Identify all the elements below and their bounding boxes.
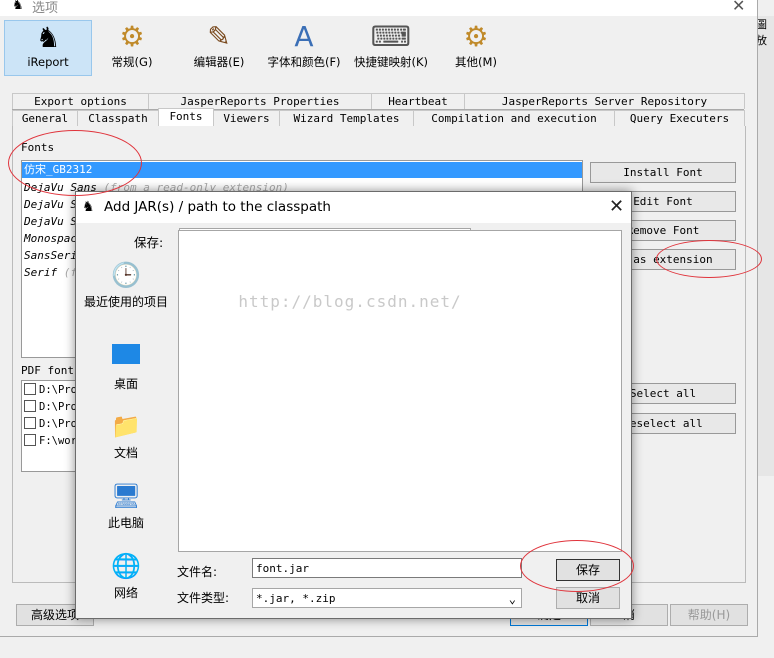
toolbar-button-label: 快捷键映射(K): [353, 55, 428, 69]
toolbar-button-label: 常规(G): [111, 55, 153, 69]
keyboard-icon: ⌨: [370, 20, 412, 53]
toolbar-misc-button[interactable]: ⚙ 其他(M): [434, 20, 518, 74]
gears-icon: ⚙: [119, 20, 145, 53]
dialog-close-icon[interactable]: ✕: [609, 196, 624, 217]
annotation-circle-save: [520, 540, 634, 592]
tab-viewers[interactable]: Viewers: [213, 110, 280, 126]
font-list-item[interactable]: SansSeri: [24, 249, 77, 262]
tab-server-repository[interactable]: JasperReports Server Repository: [464, 93, 745, 109]
background-app-text: 圖放: [756, 18, 767, 47]
pdf-font-path: D:\Pro: [39, 384, 77, 396]
tab-export-options[interactable]: Export options: [12, 93, 149, 109]
chevron-down-icon: ⌄: [508, 592, 516, 606]
ireport-logo-icon: ♞: [35, 21, 61, 54]
tab-classpath[interactable]: Classpath: [77, 110, 159, 126]
install-font-button[interactable]: Install Font: [590, 162, 736, 183]
toolbar-button-label: iReport: [27, 55, 69, 69]
pdf-font-checkbox[interactable]: [24, 383, 36, 395]
tab-general[interactable]: General: [12, 110, 78, 126]
place-documents[interactable]: 📁 文档: [82, 413, 170, 461]
save-in-label: 保存:: [134, 235, 164, 250]
toolbar-fonts-colors-button[interactable]: A 字体和颜色(F): [262, 20, 346, 74]
place-label: 此电脑: [107, 516, 144, 530]
close-icon[interactable]: ✕: [732, 0, 745, 15]
tab-wizard-templates[interactable]: Wizard Templates: [279, 110, 414, 126]
pdf-font-path: D:\Pro: [39, 401, 77, 413]
place-label: 桌面: [113, 377, 138, 391]
desktop-icon: [112, 344, 140, 364]
dialog-title-bar: ♞ Add JAR(s) / path to the classpath ✕: [76, 192, 631, 223]
tab-fonts[interactable]: Fonts: [158, 108, 214, 126]
annotation-circle-extension: [656, 240, 762, 278]
toolbar-button-label: 字体和颜色(F): [267, 55, 341, 69]
toolbar-general-button[interactable]: ⚙ 常规(G): [89, 20, 175, 74]
annotation-circle-font: [8, 130, 142, 196]
file-list-view[interactable]: [178, 230, 622, 552]
font-list-item[interactable]: Monospac: [24, 232, 77, 245]
pdf-font-path: F:\wor: [39, 435, 77, 447]
file-type-label: 文件类型:: [177, 591, 230, 605]
tab-row-1: Export options JasperReports Properties …: [12, 93, 745, 110]
computer-icon: 🖥: [111, 482, 142, 510]
place-label: 最近使用的项目: [83, 295, 168, 309]
background-app-strip: [757, 16, 774, 476]
pdf-font-item[interactable]: D:\Pro: [24, 400, 77, 413]
watermark-text: http://blog.csdn.net/: [238, 292, 462, 311]
place-label: 网络: [113, 586, 138, 600]
file-type-value: *.jar, *.zip: [256, 592, 336, 605]
pdf-font-item[interactable]: F:\wor: [24, 434, 77, 447]
toolbar-keymap-button[interactable]: ⌨ 快捷键映射(K): [347, 20, 435, 74]
file-name-label: 文件名:: [177, 565, 218, 579]
ireport-icon: ♞: [12, 0, 24, 13]
font-name: Serif: [24, 266, 58, 279]
place-label: 文档: [113, 446, 138, 460]
tab-jasperreports-properties[interactable]: JasperReports Properties: [148, 93, 372, 109]
toolbar-ireport-button[interactable]: ♞ iReport: [4, 20, 92, 76]
font-color-icon: A: [294, 20, 314, 53]
book-pencil-icon: ✎: [207, 20, 231, 53]
toolbar-editor-button[interactable]: ✎ 编辑器(E): [176, 20, 262, 74]
place-network[interactable]: 🌐 网络: [82, 553, 170, 601]
toolbar-button-label: 其他(M): [455, 55, 497, 69]
pdf-font-checkbox[interactable]: [24, 400, 36, 412]
title-bar: ♞ 选项 ✕: [0, 0, 757, 16]
gear-folder-icon: ⚙: [463, 20, 489, 53]
pdf-font-checkbox[interactable]: [24, 434, 36, 446]
file-name-input[interactable]: font.jar: [252, 558, 522, 578]
pdf-font-item[interactable]: D:\Pro: [24, 383, 77, 396]
network-icon: 🌐: [111, 552, 141, 580]
documents-icon: 📁: [111, 412, 141, 440]
font-list-item[interactable]: DejaVu S: [24, 215, 77, 228]
tab-query-executers[interactable]: Query Executers: [614, 110, 745, 126]
place-recent[interactable]: 🕒 最近使用的项目: [82, 262, 170, 310]
tab-row-2: General Classpath Fonts Viewers Wizard T…: [12, 108, 745, 127]
place-desktop[interactable]: 桌面: [82, 344, 170, 392]
pdf-font-item[interactable]: D:\Pro: [24, 417, 77, 430]
pdf-font-checkbox[interactable]: [24, 417, 36, 429]
pdf-fonts-label: PDF fonts: [21, 364, 81, 377]
dialog-title: Add JAR(s) / path to the classpath: [104, 199, 331, 215]
file-type-select[interactable]: *.jar, *.zip ⌄: [252, 588, 522, 608]
pdf-font-path: D:\Pro: [39, 418, 77, 430]
toolbar-button-label: 编辑器(E): [193, 55, 245, 69]
tab-heartbeat[interactable]: Heartbeat: [371, 93, 465, 109]
ireport-icon: ♞: [82, 199, 95, 215]
font-list-item[interactable]: DejaVu S: [24, 198, 77, 211]
window-title: 选项: [32, 1, 59, 16]
font-list-item[interactable]: Serif (f: [24, 266, 77, 279]
place-this-pc[interactable]: 🖥 此电脑: [82, 483, 170, 531]
recent-clock-icon: 🕒: [111, 261, 141, 289]
help-button[interactable]: 帮助(H): [670, 604, 748, 626]
tab-compilation[interactable]: Compilation and execution: [413, 110, 615, 126]
